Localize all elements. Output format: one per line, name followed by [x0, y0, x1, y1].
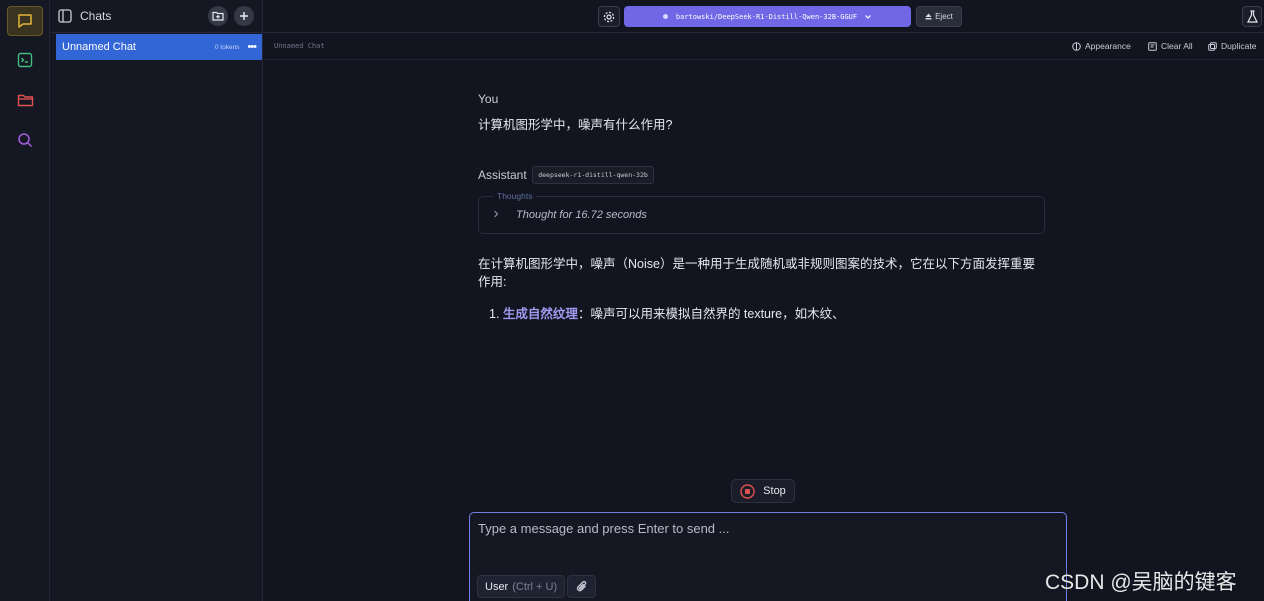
message-input[interactable]	[478, 521, 1058, 561]
assistant-role-label: Assistant	[478, 168, 527, 182]
stop-generation-button[interactable]: Stop	[731, 479, 795, 503]
discover-button[interactable]	[7, 125, 43, 155]
duplicate-label: Duplicate	[1221, 41, 1257, 51]
stop-icon	[740, 483, 755, 499]
duplicate-icon	[1208, 41, 1217, 51]
terminal-icon	[17, 52, 33, 68]
attach-file-button[interactable]	[567, 575, 596, 598]
new-chat-button[interactable]	[234, 6, 254, 26]
search-icon	[18, 133, 33, 148]
folder-icon	[17, 94, 33, 107]
user-message: 计算机图形学中，噪声有什么作用?	[478, 118, 673, 132]
gear-icon	[603, 11, 615, 22]
clear-icon	[1148, 41, 1157, 51]
role-shortcut-hint: (Ctrl + U)	[512, 580, 558, 593]
role-toggle-button[interactable]: User (Ctrl + U)	[477, 575, 566, 598]
eject-label: Eject	[935, 12, 953, 21]
paperclip-icon	[576, 580, 586, 592]
plus-icon	[240, 12, 248, 20]
new-folder-button[interactable]	[208, 6, 228, 26]
answer-list-item: 1. 生成自然纹理：噪声可以用来模拟自然界的 texture，如木纹、	[489, 303, 845, 322]
chat-icon	[18, 14, 32, 28]
developer-button[interactable]	[7, 45, 43, 75]
list-item-number: 1.	[489, 307, 500, 321]
list-item-title: 生成自然纹理	[502, 307, 578, 321]
appearance-label: Appearance	[1085, 41, 1131, 51]
sidebar-toggle-icon[interactable]	[58, 9, 72, 23]
chat-item-name: Unnamed Chat	[62, 41, 136, 53]
message-composer: User (Ctrl + U)	[469, 512, 1067, 601]
chevron-down-icon	[865, 14, 872, 19]
model-settings-button[interactable]	[598, 6, 620, 27]
clear-all-button[interactable]: Clear All	[1148, 41, 1193, 51]
appearance-icon	[1072, 41, 1081, 51]
flask-icon	[1246, 10, 1258, 23]
eject-icon	[925, 13, 932, 20]
lab-button[interactable]	[1242, 6, 1262, 27]
chat-list-item[interactable]: Unnamed Chat 0 tokens •••	[56, 34, 262, 60]
clear-all-label: Clear All	[1161, 41, 1193, 51]
duplicate-button[interactable]: Duplicate	[1208, 41, 1256, 51]
chat-mode-button[interactable]	[7, 6, 43, 36]
model-status-dot	[662, 14, 668, 19]
thoughts-summary: Thought for 16.72 seconds	[516, 209, 647, 221]
my-models-button[interactable]	[7, 85, 43, 115]
list-item-text: ：噪声可以用来模拟自然界的 texture，如木纹、	[577, 307, 845, 321]
model-selector[interactable]: bartowski/DeepSeek-R1-Distill-Qwen-32B-G…	[624, 6, 911, 27]
assistant-model-tag: deepseek-r1-distill-qwen-32b	[532, 166, 654, 184]
stop-label: Stop	[763, 485, 786, 497]
chats-header: Chats	[50, 0, 262, 33]
eject-button[interactable]: Eject	[916, 6, 962, 27]
model-name: bartowski/DeepSeek-R1-Distill-Qwen-32B-G…	[675, 12, 858, 21]
chat-toolbar: Unnamed Chat Appearance Clear All Duplic…	[263, 34, 1264, 60]
chats-title: Chats	[80, 9, 112, 23]
icon-rail	[0, 0, 50, 601]
chats-panel: Chats Unnamed Chat 0 tokens •••	[50, 0, 263, 601]
chat-item-tokens: 0 tokens	[214, 43, 240, 51]
thoughts-label: Thoughts	[493, 191, 537, 201]
chat-item-menu-button[interactable]: •••	[247, 41, 257, 53]
role-label: User	[485, 580, 509, 593]
user-role-label: You	[478, 92, 499, 106]
watermark: CSDN @吴脑的键客	[1045, 571, 1237, 594]
thoughts-panel[interactable]: Thoughts Thought for 16.72 seconds	[478, 191, 1045, 234]
assistant-answer-intro: 在计算机图形学中，噪声（Noise）是一种用于生成随机或非规则图案的技术，它在以…	[478, 257, 1035, 289]
current-chat-name: Unnamed Chat	[274, 42, 325, 50]
top-bar: bartowski/DeepSeek-R1-Distill-Qwen-32B-G…	[263, 0, 1264, 33]
chevron-right-icon[interactable]	[492, 209, 500, 219]
appearance-button[interactable]: Appearance	[1072, 41, 1131, 51]
new-folder-icon	[212, 11, 224, 21]
